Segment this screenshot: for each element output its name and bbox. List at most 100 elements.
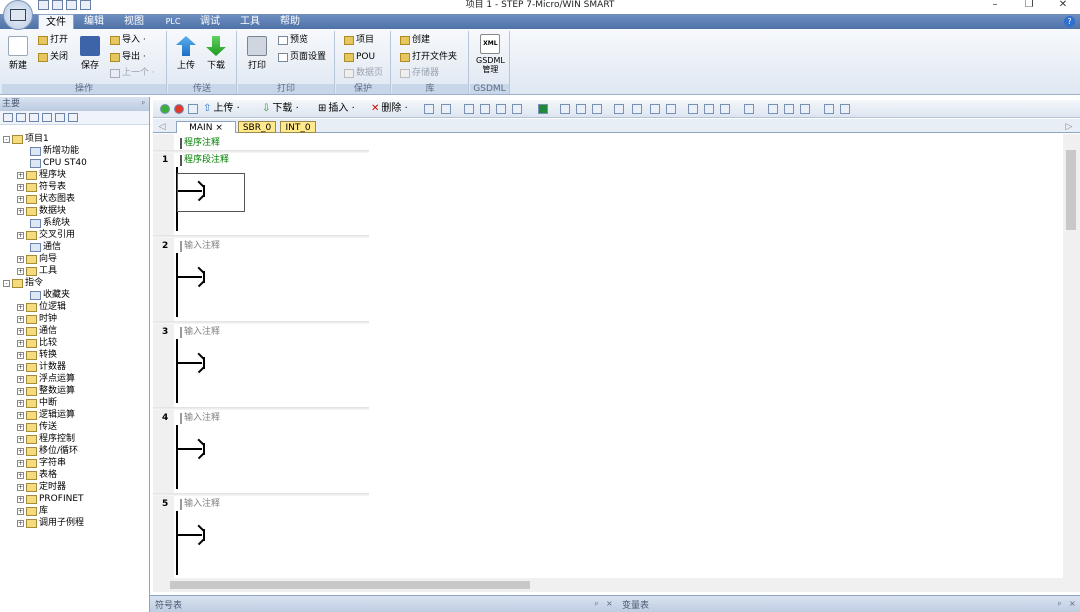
expand-icon[interactable]: + [17,327,24,335]
rung-comment[interactable]: 输入注释 [180,241,220,252]
tree-item[interactable]: 通信 [30,241,61,253]
line-right-icon[interactable] [666,104,676,114]
tree-item[interactable]: + 状态图表 [17,193,75,205]
tab-main[interactable]: MAIN × [176,121,236,133]
go-icon[interactable] [538,104,548,114]
tree-item[interactable]: + PROFINET [17,493,84,505]
expand-icon[interactable]: + [17,459,24,467]
table-icon[interactable] [784,104,794,114]
rung-comment[interactable]: 输入注释 [180,327,220,338]
gsdml-manage-button[interactable]: XML GSDML 管理 [476,34,505,74]
expand-icon[interactable]: + [17,339,24,347]
menu-view[interactable]: 视图 [118,14,150,29]
rung-connector-arrow-icon[interactable] [178,524,205,545]
tab-scroll-left[interactable]: ◁ [157,121,167,133]
memory-button[interactable]: 存储器 [400,68,439,78]
rung-connector-arrow-icon[interactable] [178,266,205,287]
page-setup-button[interactable]: 页面设置 [278,52,326,62]
menu-edit[interactable]: 编辑 [78,14,110,29]
rung-comment[interactable]: 输入注释 [180,413,220,424]
expand-icon[interactable]: + [17,195,24,203]
edit-icon[interactable] [800,104,810,114]
tab-sbr0[interactable]: SBR_0 [238,121,276,133]
tree-item[interactable]: + 时钟 [17,313,57,325]
tree-item[interactable]: + 表格 [17,469,57,481]
pou-button[interactable]: POU [344,52,375,62]
pin-icon[interactable]: ᵖ [1058,600,1061,609]
symbol-icon[interactable] [768,104,778,114]
network-icon[interactable] [441,104,451,114]
minimize-button[interactable]: – [978,0,1012,12]
tab-scroll-right[interactable]: ▷ [1064,121,1074,133]
tree-item[interactable]: + 整数运算 [17,385,75,397]
expand-icon[interactable]: + [17,171,24,179]
tab-int0[interactable]: INT_0 [280,121,316,133]
tool-icon[interactable] [464,104,474,114]
tree-item[interactable]: + 数据块 [17,205,66,217]
menu-plc[interactable]: PLC [158,14,188,29]
new-file-icon[interactable] [38,0,49,10]
save-icon[interactable] [66,0,77,10]
tree-item[interactable]: + 字符串 [17,457,66,469]
toolbar-delete[interactable]: ✕ 删除 · [371,103,408,115]
box-icon[interactable] [720,104,730,114]
expand-icon[interactable]: + [17,471,24,479]
tree-item[interactable]: + 定时器 [17,481,66,493]
expand-icon[interactable]: + [17,495,24,503]
tree-tool-icon[interactable] [16,113,26,122]
toolbar-download[interactable]: ⇩ 下载 · [262,103,299,115]
expand-icon[interactable]: + [17,255,24,263]
help-icon[interactable]: ? [1064,16,1075,27]
data-page-button[interactable]: 数据页 [344,68,383,78]
restore-button[interactable]: ❐ [1012,0,1046,12]
tree-item[interactable]: + 符号表 [17,181,66,193]
menu-debug[interactable]: 调试 [194,14,226,29]
tree-item[interactable]: + 调用子例程 [17,517,84,529]
horizontal-scroll-thumb[interactable] [170,581,530,589]
rung-connector-arrow-icon[interactable] [178,438,205,459]
close-window-button[interactable]: ✕ [1046,0,1080,12]
collapse-icon[interactable]: - [3,279,10,287]
selection-cursor[interactable] [177,173,245,212]
expand-icon[interactable]: + [17,387,24,395]
expand-icon[interactable]: + [17,411,24,419]
tree-item[interactable]: + 通信 [17,325,57,337]
expand-icon[interactable]: + [17,363,24,371]
stop-icon[interactable] [174,104,184,114]
line-down-icon[interactable] [632,104,642,114]
properties-icon[interactable] [824,104,834,114]
tree-tool-icon[interactable] [68,113,78,122]
tree-item[interactable]: + 程序块 [17,169,66,181]
collapse-icon[interactable]: - [3,135,10,143]
expand-icon[interactable]: + [17,375,24,383]
tree-item[interactable]: + 浮点运算 [17,373,75,385]
expand-icon[interactable]: + [17,507,24,515]
run-icon[interactable] [160,104,170,114]
expand-icon[interactable]: + [17,435,24,443]
expand-icon[interactable]: + [17,447,24,455]
expand-icon[interactable]: + [17,303,24,311]
tree-item[interactable]: + 计数器 [17,361,66,373]
download-button[interactable]: 下载 [206,36,226,71]
tree-item[interactable]: + 程序控制 [17,433,75,445]
print-icon[interactable] [80,0,91,10]
ladder-editor[interactable]: 程序注释 1 程序段注释 2 输入注释 3 输入注释 4 输入注释 5 输入注释 [153,134,1063,578]
tree-item[interactable]: 新增功能 [30,145,79,157]
tool-icon[interactable] [496,104,506,114]
expand-icon[interactable]: + [17,267,24,275]
menu-help[interactable]: 帮助 [274,14,306,29]
lock-icon[interactable] [560,104,570,114]
menu-tools[interactable]: 工具 [234,14,266,29]
print-button[interactable]: 打印 [247,36,267,71]
tree-item[interactable]: + 中断 [17,397,57,409]
new-button[interactable]: 新建 [8,36,28,71]
branch-icon[interactable] [614,104,624,114]
upload-button[interactable]: 上传 [176,36,196,71]
open-folder-button[interactable]: 打开文件夹 [400,52,457,62]
close-button[interactable]: 关闭 [38,52,68,62]
application-button[interactable] [3,0,33,30]
contact-icon[interactable] [688,104,698,114]
tree-item[interactable]: - 指令 [3,277,43,289]
tree-item[interactable]: 收藏夹 [30,289,70,301]
expand-icon[interactable]: + [17,207,24,215]
